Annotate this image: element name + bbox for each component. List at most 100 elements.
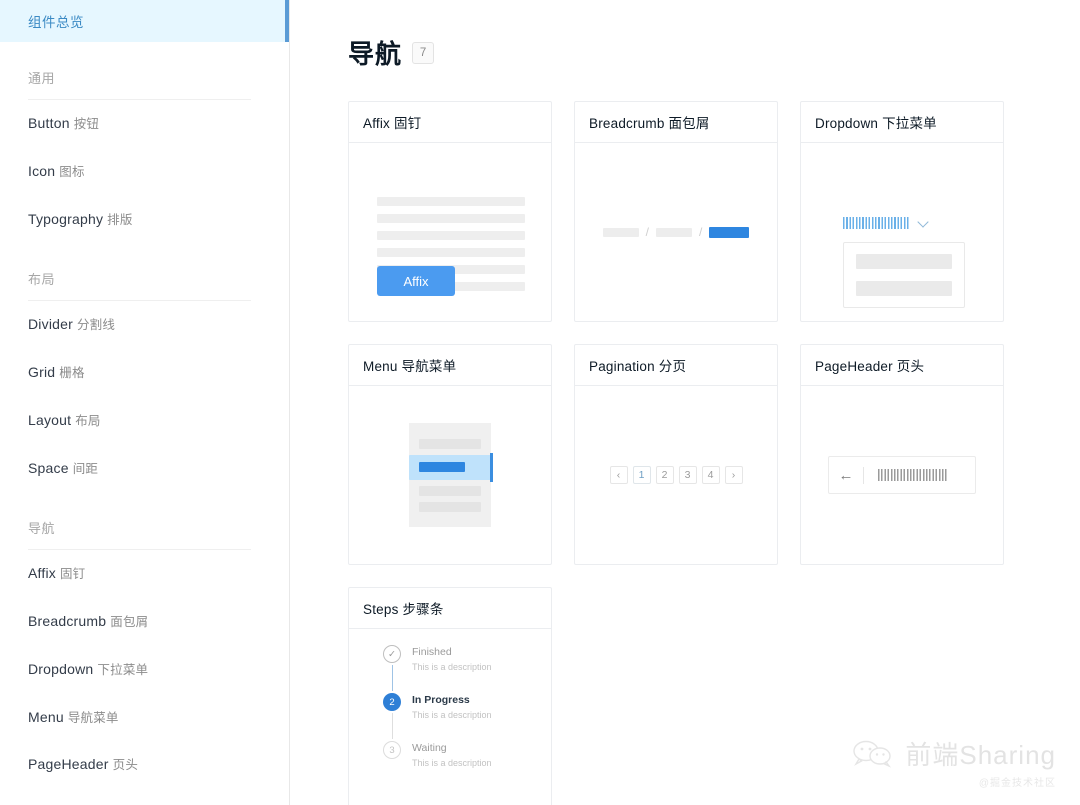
sidebar-item-label-en: Menu	[28, 708, 64, 725]
step-number-badge: 3	[383, 741, 401, 759]
back-arrow-icon[interactable]: ←	[829, 467, 863, 484]
step-connector	[391, 665, 393, 691]
step-description: This is a description	[412, 661, 492, 672]
sidebar-item-layout[interactable]: Layout 布局	[0, 397, 289, 445]
affix-button[interactable]: Affix	[377, 266, 455, 296]
sidebar-item-label-cn: 下拉菜单	[97, 662, 149, 677]
sidebar-item-button[interactable]: Button 按钮	[0, 100, 289, 148]
sidebar-item-label-cn: 间距	[72, 461, 99, 476]
sidebar-item-label-cn: 按钮	[73, 117, 100, 131]
step-text: Finished This is a description	[412, 645, 492, 693]
sidebar: 组件总览 通用 Button 按钮 Icon 图标 Typography 排版 布局 …	[0, 0, 290, 805]
step-number-badge: 2	[383, 693, 401, 711]
step-connector	[391, 713, 393, 739]
affix-demo: Affix	[349, 143, 551, 321]
pagination-next-button[interactable]: ›	[724, 466, 743, 484]
sidebar-item-label-en: Grid	[28, 364, 56, 380]
sidebar-item-icon[interactable]: Icon 图标	[0, 148, 289, 196]
sidebar-item-label-en: Divider	[28, 316, 73, 333]
card-pagination[interactable]: Pagination 分页 ‹ 1 2 3 4 ›	[574, 344, 778, 565]
sidebar-item-label-cn: 图标	[59, 164, 85, 179]
component-count-badge: 7	[412, 41, 435, 64]
sidebar-item-label-en: Affix	[28, 565, 56, 582]
step-indicator-col: ✓	[383, 645, 401, 693]
pagination-prev-button[interactable]: ‹	[609, 466, 628, 484]
sidebar-item-breadcrumb[interactable]: Breadcrumb 面包屑	[0, 598, 289, 646]
sidebar-group-title-navigation: 导航	[28, 521, 56, 537]
sidebar-item-grid[interactable]: Grid 栅格	[0, 349, 289, 397]
page-title: 导航	[348, 39, 403, 69]
breadcrumb-item	[602, 227, 639, 237]
sidebar-item-label-en: Button	[28, 115, 70, 131]
step-indicator-col: 3	[383, 741, 401, 774]
card-title: Affix 固钉	[349, 102, 551, 143]
menu-demo-item	[419, 485, 481, 496]
sidebar-item-label-en: PageHeader	[28, 756, 109, 773]
card-title: Menu 导航菜单	[349, 345, 551, 386]
sidebar-item-label-cn: 固钉	[59, 567, 86, 582]
card-dropdown[interactable]: Dropdown 下拉菜单	[800, 101, 1004, 322]
pagination-page-2[interactable]: 2	[655, 466, 674, 484]
placeholder-line	[377, 197, 525, 206]
card-breadcrumb[interactable]: Breadcrumb 面包屑 / /	[574, 101, 778, 322]
card-steps[interactable]: Steps 步骤条 ✓ Finished This is a descripti…	[348, 587, 552, 805]
sidebar-item-typography[interactable]: Typography 排版	[0, 196, 289, 244]
card-title: Breadcrumb 面包屑	[575, 102, 777, 143]
step-item-waiting: 3 Waiting This is a description	[383, 741, 551, 774]
sidebar-item-divider[interactable]: Divider 分割线	[0, 301, 289, 349]
card-menu[interactable]: Menu 导航菜单	[348, 344, 552, 565]
card-title: PageHeader 页头	[801, 345, 1003, 386]
chevron-down-icon	[918, 218, 929, 229]
sidebar-item-menu[interactable]: Menu 导航菜单	[0, 694, 289, 742]
card-preview-breadcrumb: / /	[575, 143, 777, 321]
card-preview-steps: ✓ Finished This is a description 2 In Pr…	[349, 629, 551, 805]
sidebar-item-label-en: Space	[28, 459, 69, 476]
card-title: Steps 步骤条	[349, 588, 551, 629]
sidebar-item-label-cn: 栅格	[59, 366, 85, 380]
menu-demo-active-indicator	[490, 452, 493, 482]
sidebar-item-label-en: Dropdown	[28, 660, 94, 677]
pagination-page-1[interactable]: 1	[632, 466, 651, 484]
breadcrumb-separator: /	[645, 225, 649, 239]
breadcrumb-demo: / /	[602, 225, 750, 239]
pagination-page-4[interactable]: 4	[701, 466, 720, 484]
card-title: Pagination 分页	[575, 345, 777, 386]
sidebar-item-dropdown[interactable]: Dropdown 下拉菜单	[0, 646, 289, 694]
breadcrumb-separator: /	[699, 225, 703, 239]
sidebar-item-label-en: Layout	[28, 411, 72, 428]
sidebar-item-label: 组件总览	[28, 15, 84, 30]
pagination-demo: ‹ 1 2 3 4 ›	[609, 466, 743, 484]
component-card-grid: Affix 固钉 Affix Breadcrumb 面包屑 / / Dropdo…	[348, 101, 1034, 805]
card-affix[interactable]: Affix 固钉 Affix	[348, 101, 552, 322]
step-indicator-col: 2	[383, 693, 401, 741]
dropdown-demo	[801, 143, 1003, 321]
sidebar-item-label-cn: 布局	[75, 413, 101, 428]
main-content: 导航 7 Affix 固钉 Affix Breadcrumb 面包屑 / / D…	[290, 0, 1080, 805]
menu-demo	[409, 423, 493, 527]
step-title: In Progress	[412, 694, 470, 706]
dropdown-menu-panel	[843, 242, 965, 308]
step-text: Waiting This is a description	[412, 741, 492, 774]
breadcrumb-item	[656, 227, 692, 237]
sidebar-group-title-layout: 布局	[28, 272, 56, 288]
placeholder-line	[377, 214, 525, 223]
placeholder-line	[377, 231, 525, 240]
pagination-page-3[interactable]: 3	[678, 466, 697, 484]
pageheader-demo: ←	[828, 456, 976, 494]
sidebar-item-affix[interactable]: Affix 固钉	[0, 550, 289, 598]
sidebar-item-label-en: Typography	[28, 210, 104, 227]
card-preview-dropdown	[801, 143, 1003, 321]
sidebar-item-pageheader[interactable]: PageHeader 页头	[0, 741, 289, 789]
step-title: Waiting	[412, 742, 447, 754]
pageheader-title-placeholder	[878, 469, 948, 481]
card-pageheader[interactable]: PageHeader 页头 ←	[800, 344, 1004, 565]
dropdown-menu-item	[856, 280, 952, 296]
sidebar-item-space[interactable]: Space 间距	[0, 445, 289, 493]
sidebar-item-label-cn: 排版	[107, 212, 133, 227]
sidebar-active-indicator	[285, 0, 289, 42]
sidebar-item-label-cn: 导航菜单	[67, 710, 119, 725]
menu-demo-item-label	[419, 462, 465, 472]
step-item-in-progress: 2 In Progress This is a description	[383, 693, 551, 741]
step-description: This is a description	[412, 709, 492, 720]
sidebar-item-overview[interactable]: 组件总览	[0, 0, 289, 42]
